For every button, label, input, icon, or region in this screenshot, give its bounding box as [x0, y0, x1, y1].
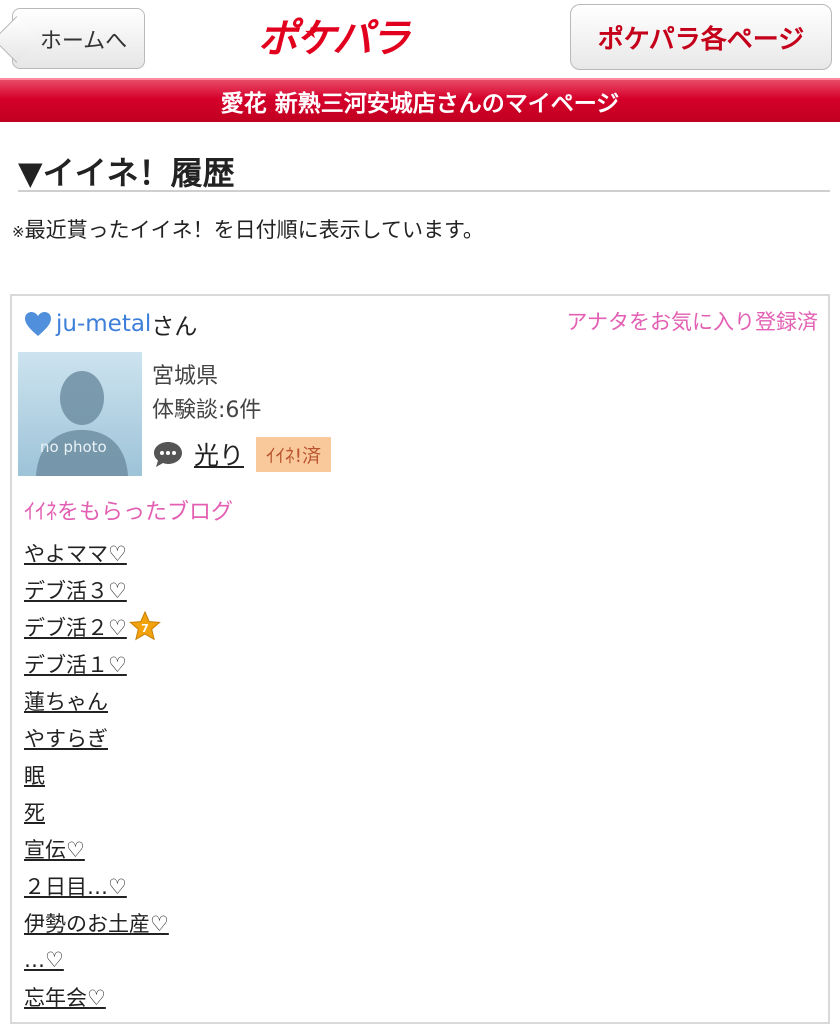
blog-link[interactable]: 蓮ちゃん	[24, 686, 108, 716]
pages-button-label: ポケパラ各ページ	[597, 24, 805, 55]
like-history-card: ju-metal さん アナタをお気に入り登録済 no photo 宮城県 体験…	[10, 294, 830, 1024]
history-note: ※最近貰ったイイネ！を日付順に表示しています。	[12, 214, 484, 244]
blog-link[interactable]: やよママ♡	[24, 538, 127, 568]
prefecture: 宮城県	[152, 364, 219, 389]
heart-icon	[25, 312, 51, 336]
note-mark: ※	[12, 223, 25, 241]
blog-link[interactable]: やすらぎ	[24, 723, 108, 753]
blog-link[interactable]: 伊勢のお土産♡	[24, 908, 169, 938]
list-item: …♡	[24, 941, 169, 978]
blog-link[interactable]: 眠	[24, 760, 45, 790]
avatar[interactable]: no photo	[18, 352, 142, 476]
list-item: 蓮ちゃん	[24, 682, 169, 719]
blog-link[interactable]: デブ活２♡	[24, 612, 127, 642]
blog-link[interactable]: 忘年会♡	[24, 982, 106, 1012]
list-item: デブ活３♡	[24, 571, 169, 608]
review-count: 体験談:6件	[152, 398, 262, 423]
comment-link[interactable]: 光り	[194, 436, 244, 472]
logo-text: ポケパラ	[258, 16, 410, 62]
list-item: 忘年会♡	[24, 978, 169, 1015]
logo-star-icon: ★	[304, 23, 318, 42]
list-item: デブ活２♡ 7	[24, 608, 169, 645]
list-item: やすらぎ	[24, 719, 169, 756]
list-item: 眠	[24, 756, 169, 793]
liked-blog-list: やよママ♡ デブ活３♡ デブ活２♡ 7 デブ活１♡ 蓮ちゃん やすらぎ 眠 死 …	[24, 534, 169, 1015]
list-item: ２日目…♡	[24, 867, 169, 904]
like-status-badge: ｲｲﾈ!済	[256, 436, 332, 472]
blog-link[interactable]: 死	[24, 797, 45, 827]
header: ホームへ ポケパラ ★ ポケパラ各ページ	[0, 0, 840, 78]
star-badge-icon: 7	[128, 610, 161, 640]
banner-title: 愛花 新熟三河安城店さんのマイページ	[220, 91, 620, 117]
home-button-label: ホームへ	[39, 28, 128, 54]
list-item: 死	[24, 793, 169, 830]
note-text: 最近貰ったイイネ！を日付順に表示しています。	[24, 218, 484, 242]
liked-blogs-heading: ｲｲﾈをもらったブログ	[24, 500, 234, 525]
user-row: ju-metal さん	[24, 308, 197, 340]
list-item: やよママ♡	[24, 534, 169, 571]
page-title: ▼イイネ！履歴	[18, 148, 830, 192]
pokepara-pages-button[interactable]: ポケパラ各ページ	[570, 4, 832, 70]
user-name-link[interactable]: ju-metal	[56, 311, 151, 337]
mypage-banner: 愛花 新熟三河安城店さんのマイページ	[0, 78, 840, 122]
avatar-label: no photo	[40, 438, 107, 456]
comment-row: 光り ｲｲﾈ!済	[152, 436, 332, 472]
blog-link[interactable]: デブ活３♡	[24, 575, 127, 605]
home-button[interactable]: ホームへ	[12, 8, 145, 69]
blog-link[interactable]: デブ活１♡	[24, 649, 127, 679]
list-item: 伊勢のお土産♡	[24, 904, 169, 941]
silhouette-icon	[36, 371, 128, 476]
star-badge-number: 7	[141, 622, 149, 635]
blog-link[interactable]: 宣伝♡	[24, 834, 85, 864]
favorite-status: アナタをお気に入り登録済	[566, 310, 818, 334]
blog-link[interactable]: ２日目…♡	[24, 871, 127, 901]
pokepara-logo[interactable]: ポケパラ ★	[258, 14, 420, 64]
list-item: デブ活１♡	[24, 645, 169, 682]
user-name-suffix: さん	[151, 314, 198, 340]
speech-bubble-icon	[154, 442, 182, 467]
list-item: 宣伝♡	[24, 830, 169, 867]
blog-link[interactable]: …♡	[24, 948, 64, 972]
